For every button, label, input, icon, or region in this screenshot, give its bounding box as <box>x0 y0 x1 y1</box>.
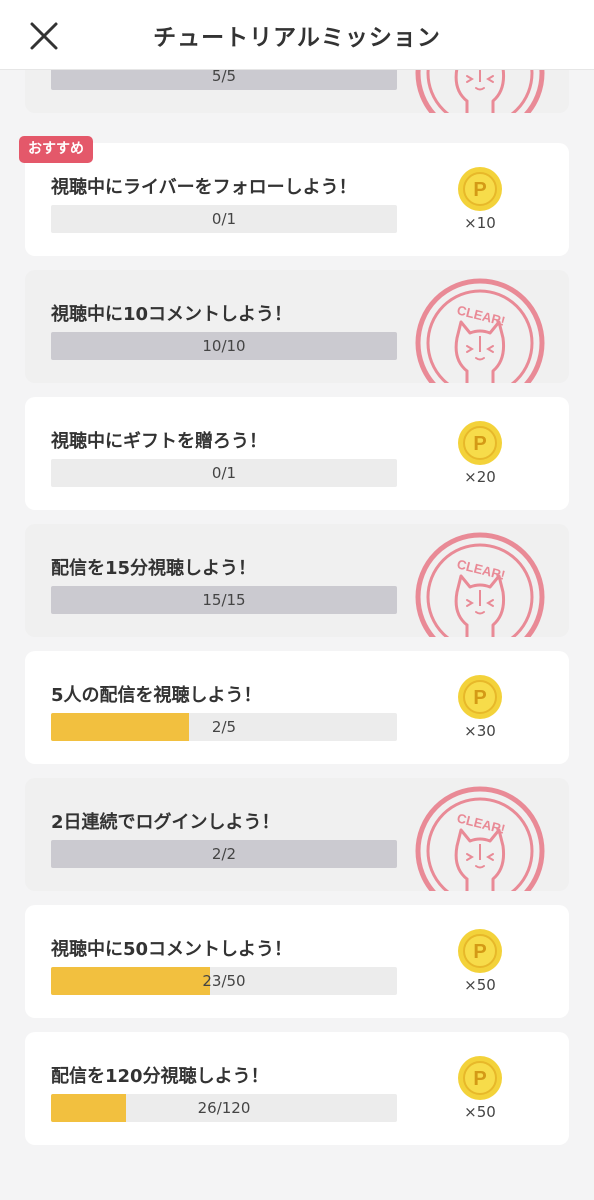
mission-card[interactable]: 5人の配信を視聴しよう！ 2/5 P ×30 <box>25 651 569 764</box>
mission-title: 視聴中に10コメントしよう！ <box>51 304 293 325</box>
coin-icon: P <box>458 929 502 973</box>
svg-text:P: P <box>473 179 486 201</box>
mission-title: 5人の配信を視聴しよう！ <box>51 685 262 706</box>
progress-label: 10/10 <box>202 337 246 355</box>
svg-text:P: P <box>473 687 486 709</box>
svg-text:P: P <box>473 433 486 455</box>
progress-bar: 23/50 <box>51 967 397 995</box>
coin-icon: P <box>458 1056 502 1100</box>
reward-amount: ×50 <box>464 976 496 994</box>
progress-label: 26/120 <box>197 1099 251 1117</box>
mission-title: 配信を15分視聴しよう！ <box>51 558 257 579</box>
mission-card[interactable]: 配信を15分視聴しよう！ 15/15 CLEAR! <box>25 524 569 637</box>
recommended-badge: おすすめ <box>19 136 93 163</box>
svg-text:P: P <box>473 941 486 963</box>
reward: P ×50 <box>454 928 506 994</box>
progress-label: 23/50 <box>202 972 246 990</box>
progress-label: 0/1 <box>211 464 237 482</box>
progress-label: 15/15 <box>202 591 246 609</box>
reward: P ×10 <box>454 166 506 232</box>
progress-bar: 2/2 <box>51 840 397 868</box>
mission-title: 視聴中にライバーをフォローしよう！ <box>51 177 357 198</box>
coin-icon: P <box>458 167 502 211</box>
progress-bar: 10/10 <box>51 332 397 360</box>
coin-icon: P <box>458 675 502 719</box>
reward-amount: ×10 <box>464 214 496 232</box>
progress-bar: 0/1 <box>51 205 397 233</box>
reward-amount: ×20 <box>464 468 496 486</box>
progress-label: 2/5 <box>211 718 237 736</box>
mission-title: 配信を120分視聴しよう！ <box>51 1066 269 1087</box>
mission-title: 2日連続でログインしよう！ <box>51 812 280 833</box>
page-title: チュートリアルミッション <box>153 25 441 51</box>
progress-bar: 0/1 <box>51 459 397 487</box>
progress-label: 2/2 <box>211 845 237 863</box>
svg-text:P: P <box>473 1068 486 1090</box>
progress-bar: 2/5 <box>51 713 397 741</box>
progress-label: 0/1 <box>211 210 237 228</box>
clear-stamp-icon: CLEAR! <box>415 532 545 637</box>
mission-card[interactable]: 配信を120分視聴しよう！ 26/120 P ×50 <box>25 1032 569 1145</box>
reward: P ×20 <box>454 420 506 486</box>
mission-card[interactable]: 視聴中にギフトを贈ろう！ 0/1 P ×20 <box>25 397 569 510</box>
header: チュートリアルミッション <box>0 0 594 70</box>
reward-amount: ×30 <box>464 722 496 740</box>
mission-card[interactable]: 視聴中にライバーをフォローしよう！ 0/1 P ×10 <box>25 143 569 256</box>
reward: P ×30 <box>454 674 506 740</box>
reward-amount: ×50 <box>464 1103 496 1121</box>
mission-card[interactable]: 2日連続でログインしよう！ 2/2 CLEAR! <box>25 778 569 891</box>
coin-icon: P <box>458 421 502 465</box>
progress-bar: 15/15 <box>51 586 397 614</box>
mission-title: 視聴中に50コメントしよう！ <box>51 939 293 960</box>
progress-bar: 26/120 <box>51 1094 397 1122</box>
mission-card[interactable]: 視聴中に50コメントしよう！ 23/50 P ×50 <box>25 905 569 1018</box>
mission-title: 視聴中にギフトを贈ろう！ <box>51 431 267 452</box>
mission-card[interactable]: 視聴中に10コメントしよう！ 10/10 CLEAR! <box>25 270 569 383</box>
reward: P ×50 <box>454 1055 506 1121</box>
clear-stamp-icon: CLEAR! <box>415 278 545 383</box>
clear-stamp-icon: CLEAR! <box>415 786 545 891</box>
